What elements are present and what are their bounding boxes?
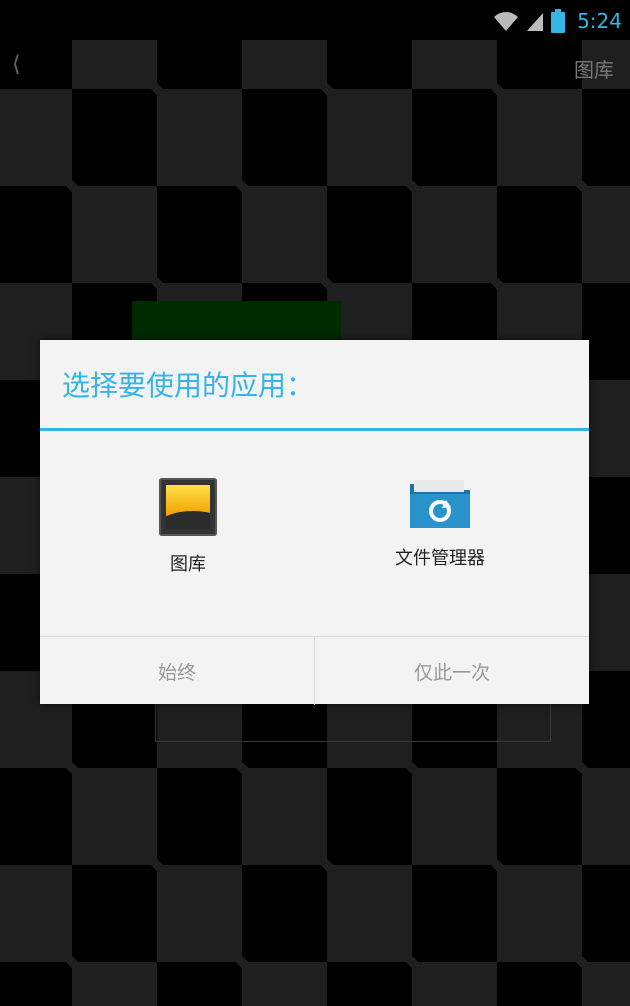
app-option-file-manager[interactable]: 文件管理器: [360, 478, 520, 570]
folder-sync-icon: [408, 478, 472, 530]
dialog-title: 选择要使用的应用：: [62, 369, 315, 402]
status-bar: 5:24: [0, 0, 630, 40]
dialog-title-divider: [40, 428, 589, 431]
green-rectangle: [132, 301, 341, 341]
gallery-icon: [159, 478, 217, 536]
outlined-block: [155, 703, 551, 742]
app-chooser-dialog: 选择要使用的应用： 图库 文件管理器 始终 仅此一次: [40, 340, 589, 705]
signal-icon: [527, 13, 544, 31]
app-label-file-manager: 文件管理器: [395, 548, 485, 569]
wifi-icon: [494, 12, 519, 31]
back-chevron-icon[interactable]: ⟨: [12, 52, 21, 77]
app-label-gallery: 图库: [170, 554, 206, 575]
app-option-gallery[interactable]: 图库: [108, 478, 268, 576]
just-once-button[interactable]: 仅此一次: [314, 637, 589, 705]
status-time: 5:24: [577, 9, 622, 33]
always-button[interactable]: 始终: [40, 637, 314, 705]
top-gallery-label[interactable]: 图库: [574, 54, 614, 83]
dialog-button-bar: 始终 仅此一次: [40, 636, 589, 705]
battery-icon: [551, 9, 566, 33]
